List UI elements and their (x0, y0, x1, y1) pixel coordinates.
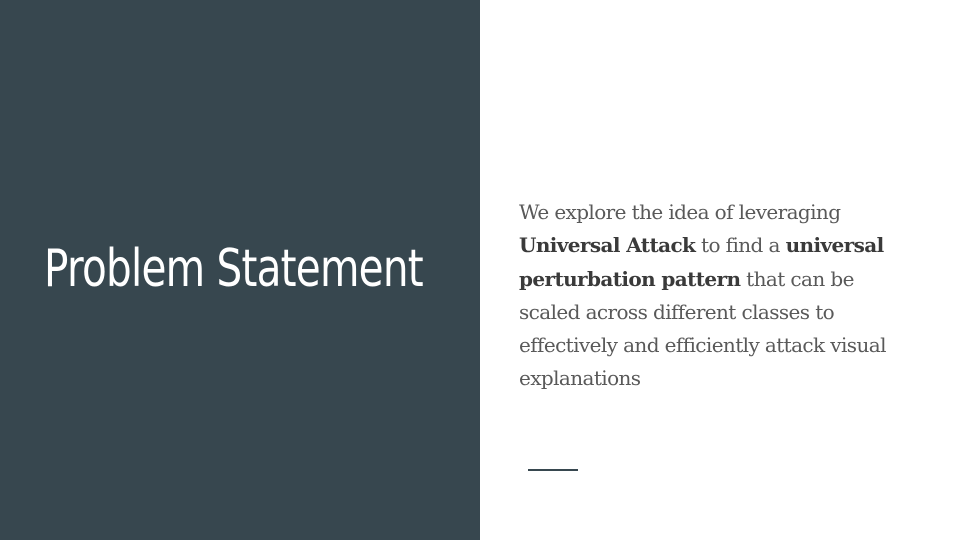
content-panel: We explore the idea of leveraging Univer… (480, 0, 960, 540)
slide: Problem Statement We explore the idea of… (0, 0, 960, 540)
title-panel: Problem Statement (0, 0, 480, 540)
body-paragraph: We explore the idea of leveraging Univer… (519, 196, 919, 396)
body-text-segment: to find a (695, 233, 786, 258)
slide-title: Problem Statement (44, 239, 424, 299)
accent-divider (528, 469, 578, 471)
body-bold-universal-attack: Universal Attack (519, 233, 696, 258)
body-text-segment: We explore the idea of leveraging (519, 200, 841, 224)
